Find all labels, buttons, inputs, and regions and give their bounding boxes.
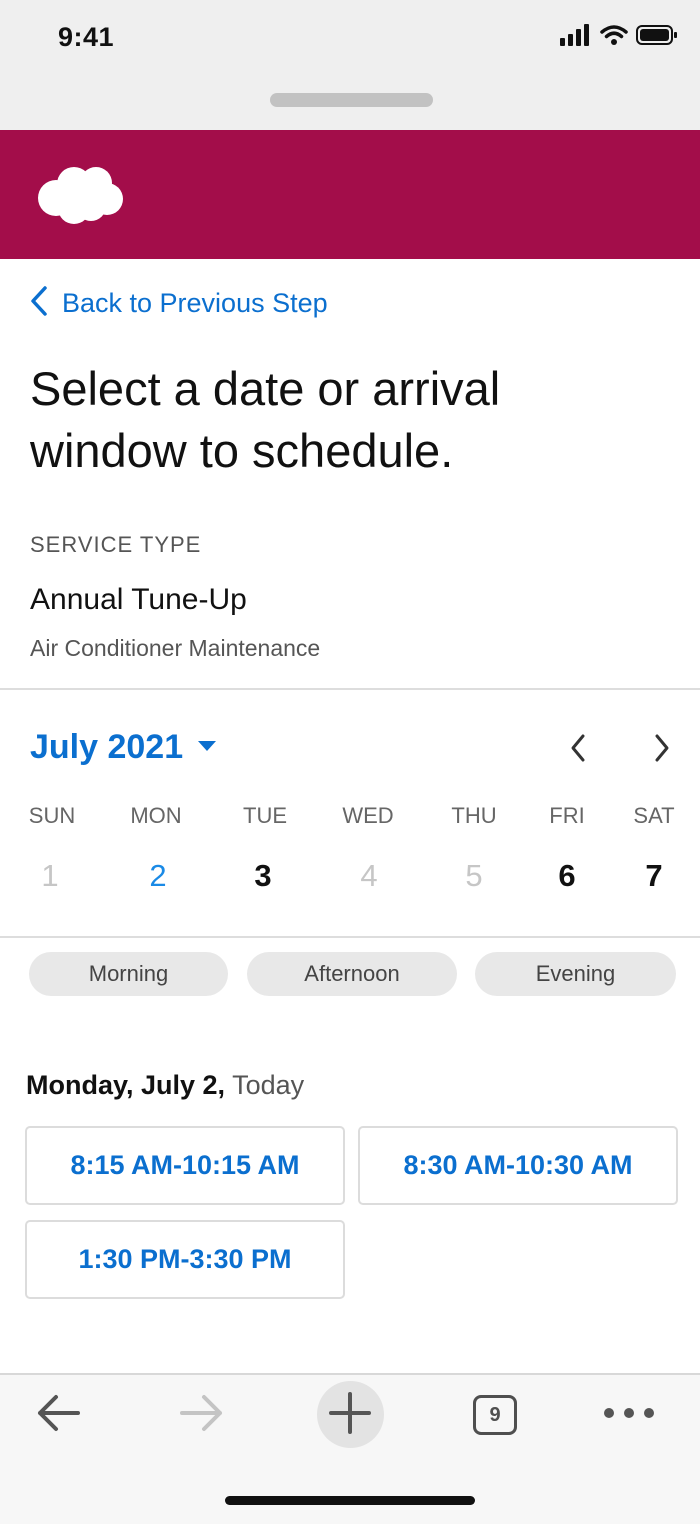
next-month-button[interactable] [642, 730, 682, 770]
weekday-label: WED [342, 803, 394, 828]
weekday-label: TUE [243, 803, 287, 828]
calendar-day: 1 [41, 858, 59, 893]
arrow-right-icon [178, 1393, 226, 1438]
wifi-icon [600, 24, 628, 51]
weekday-label: MON [130, 803, 182, 828]
chevron-right-icon [653, 733, 671, 768]
relative-day-label: Today [232, 1070, 305, 1100]
time-slot-button[interactable]: 8:30 AM-10:30 AM [358, 1126, 678, 1205]
page-title: Select a date or arrival window to sched… [30, 362, 501, 477]
browser-forward-button[interactable] [167, 1385, 237, 1445]
home-indicator[interactable] [225, 1496, 475, 1505]
filter-afternoon[interactable]: Afternoon [247, 952, 457, 996]
weekday-label: SUN [28, 803, 76, 828]
time-slot-button[interactable]: 8:15 AM-10:15 AM [25, 1126, 345, 1205]
tab-switcher-button[interactable]: 9 [460, 1385, 530, 1445]
weekday-label: SAT [633, 803, 675, 828]
month-picker[interactable]: July 2021 [30, 728, 217, 767]
back-to-previous-step-link[interactable]: Back to Previous Step [30, 285, 328, 322]
calendar-day-selected[interactable]: 2 [128, 858, 188, 894]
arrow-left-icon [34, 1393, 82, 1438]
back-link-label: Back to Previous Step [62, 288, 328, 318]
service-type-label: SERVICE TYPE [30, 532, 202, 557]
chevron-left-icon [30, 285, 48, 322]
status-time: 9:41 [58, 22, 115, 52]
more-options-button[interactable] [594, 1385, 664, 1445]
divider [0, 688, 700, 690]
more-horizontal-icon [603, 1406, 655, 1424]
salesforce-cloud-logo [34, 164, 126, 231]
time-slot-button[interactable]: 1:30 PM-3:30 PM [25, 1220, 345, 1299]
weekday-label: THU [451, 803, 497, 828]
status-bar: 9:41 [0, 0, 700, 130]
selected-date: Monday, July 2, [26, 1070, 226, 1100]
service-description: Air Conditioner Maintenance [30, 635, 321, 661]
selected-day-heading: Monday, July 2, Today [26, 1070, 304, 1101]
signal-icon [560, 24, 592, 51]
calendar-day[interactable]: 3 [233, 858, 293, 894]
divider [0, 936, 700, 938]
battery-icon [636, 24, 678, 51]
tab-count: 9 [473, 1395, 517, 1435]
filter-evening[interactable]: Evening [475, 952, 676, 996]
weekday-label: FRI [549, 803, 585, 828]
month-label: July 2021 [30, 728, 184, 766]
chevron-left-icon [569, 733, 587, 768]
calendar-day: 4 [360, 858, 378, 893]
browser-back-button[interactable] [23, 1385, 93, 1445]
status-icons [560, 24, 678, 51]
calendar-day[interactable]: 6 [537, 858, 597, 894]
plus-icon [328, 1391, 372, 1440]
service-name: Annual Tune-Up [30, 583, 247, 616]
new-tab-button[interactable] [315, 1385, 385, 1445]
calendar-day[interactable]: 7 [624, 858, 684, 894]
sheet-grabber[interactable] [270, 93, 433, 107]
calendar-day: 5 [465, 858, 483, 893]
caret-down-icon [197, 739, 217, 757]
previous-month-button[interactable] [558, 730, 598, 770]
filter-morning[interactable]: Morning [29, 952, 228, 996]
